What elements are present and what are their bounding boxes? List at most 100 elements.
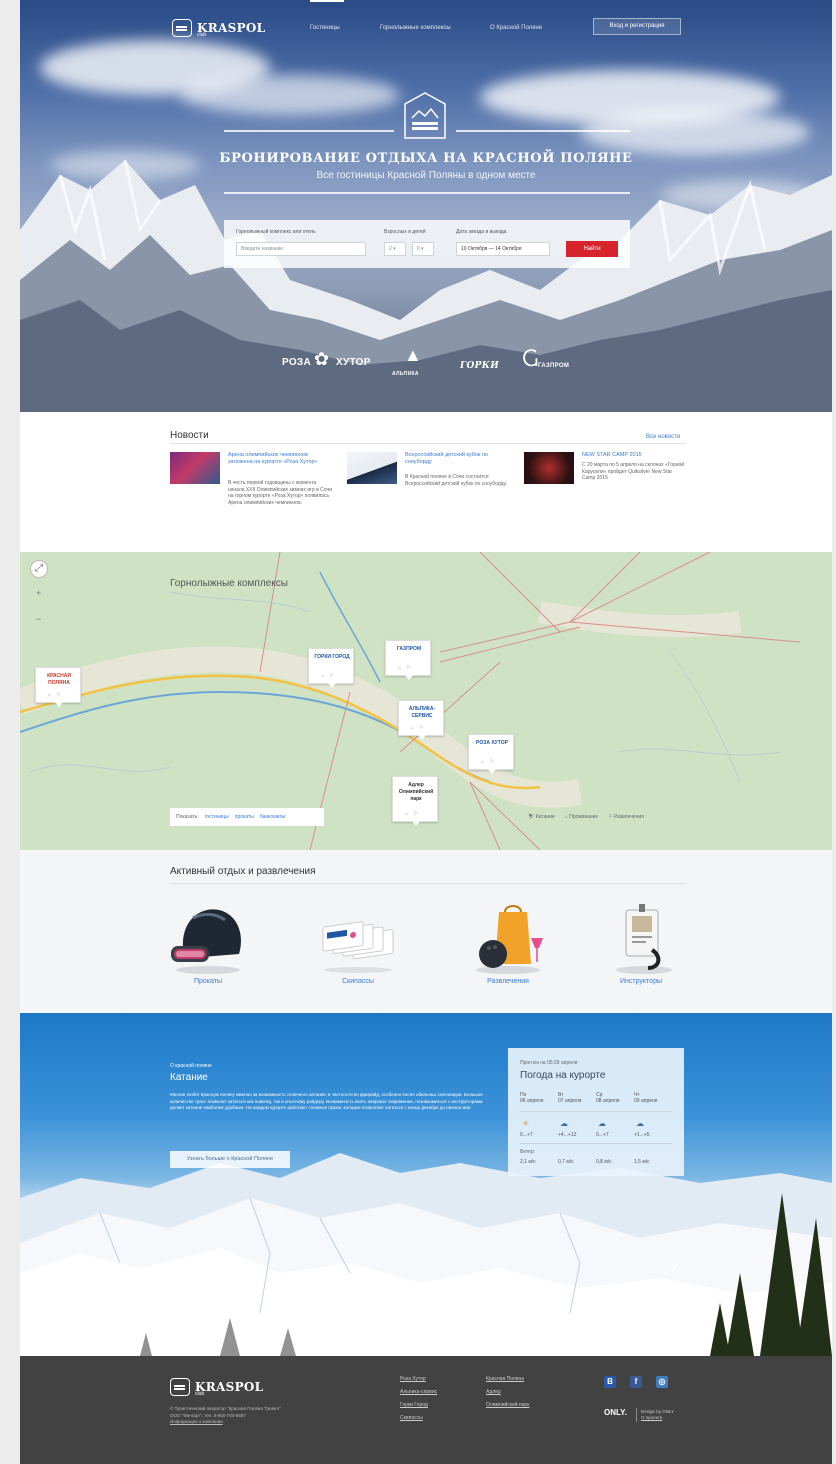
decor-line — [224, 130, 394, 132]
partner-gazprom[interactable]: ГАЗПРОМ — [538, 363, 569, 369]
zoom-in-icon[interactable]: + — [36, 588, 41, 598]
brand-name: KRASPOL — [195, 1380, 264, 1394]
fullscreen-control[interactable]: ⤢ — [30, 560, 48, 578]
news-title: Новости — [170, 430, 209, 441]
learn-more-button[interactable]: Узнать больше о Красной Поляне — [170, 1151, 290, 1168]
map-marker-alpika[interactable]: АЛЬПИКА-СЕРВИС ⌂ ⚐ — [398, 700, 444, 740]
nav-hotels[interactable]: Гостиницы — [310, 25, 340, 31]
divider — [170, 883, 686, 884]
news-headline[interactable]: Всероссийский детский кубок по сноуборду — [405, 452, 509, 466]
legend-skiing: ⛷ Катание — [528, 814, 555, 820]
footer-link[interactable]: Скипассы — [400, 1415, 423, 1421]
activity-entertainment[interactable]: Развлечения — [453, 898, 563, 985]
guests-label: Взрослых и детей — [384, 229, 426, 235]
activities-title: Активный отдых и развлечения — [170, 866, 316, 877]
skipass-cards-icon — [322, 921, 394, 973]
footer: KRASPOL club © Туристический оператор "К… — [20, 1356, 832, 1464]
map-marker-gazprom[interactable]: ГАЗПРОМ ⌂ ⚐ — [385, 640, 431, 680]
news-excerpt: В Красной поляне в Сочи состоится Всерос… — [405, 474, 507, 487]
badge-icon — [616, 904, 672, 974]
facebook-icon[interactable]: f — [630, 1376, 642, 1388]
footer-link[interactable]: Альпика-сервис — [400, 1389, 437, 1395]
brand-name: KRASPOL — [197, 21, 266, 35]
weather-temp: +1...+5 — [634, 1132, 650, 1138]
partner-roza[interactable]: РОЗА — [282, 357, 311, 368]
news-headline[interactable]: NEW STAR CAMP 2015 — [582, 452, 686, 459]
ski-description: Многие любят Красную поляну именно за во… — [170, 1092, 483, 1110]
wind-value: 0,8 м/с — [596, 1159, 612, 1165]
wind-value: 2,1 м/с — [520, 1159, 536, 1165]
footer-link[interactable]: Олимпийский парк — [486, 1402, 529, 1408]
slider-dot[interactable] — [410, 1323, 414, 1327]
weather-day: Чт 09 апреля — [634, 1092, 658, 1104]
legend-entertainment: ⚐ Развлечения — [608, 814, 644, 820]
only-logo[interactable]: ONLY. — [604, 1408, 627, 1417]
instagram-icon[interactable]: ◎ — [656, 1376, 668, 1388]
map-legend: ⛷ Катание ⌂ Проживание ⚐ Развлечения — [528, 814, 644, 820]
logo-icon — [172, 19, 192, 37]
hero-subtitle: Все гостиницы Красной Поляны в одном мес… — [316, 170, 536, 181]
booking-search-panel: Горнолыжный комплекс или отель Введите н… — [224, 220, 630, 268]
logo-icon — [170, 1378, 190, 1396]
nav-about[interactable]: О Красной Поляне — [490, 25, 542, 31]
partner-khutor[interactable]: ХУТОР — [336, 357, 371, 368]
footer-logo[interactable]: KRASPOL club — [170, 1378, 264, 1397]
activities-section: Активный отдых и развлечения Прокаты Ски… — [20, 850, 832, 1013]
complex-input[interactable]: Введите название — [236, 242, 366, 256]
footer-link[interactable]: Красная Поляна — [486, 1376, 524, 1382]
cloud-icon: ☁ — [636, 1119, 644, 1128]
footer-link[interactable]: Роза Хутор — [400, 1376, 426, 1382]
footer-link[interactable]: Адлер — [486, 1389, 501, 1395]
cloud-icon: ☁ — [560, 1119, 568, 1128]
design-credit: Design by ONLY О проекте — [641, 1409, 675, 1421]
about-project-link[interactable]: О проекте — [641, 1415, 674, 1421]
map-marker-krasnaya-polyana[interactable]: КРАСНАЯ ПОЛЯНА ⌂ ⚐ — [35, 667, 81, 707]
activity-skipasses[interactable]: Скипассы — [303, 898, 413, 985]
company-info-link[interactable]: Информация о компании — [170, 1419, 350, 1426]
news-image — [170, 452, 220, 484]
slider-next-icon[interactable]: › — [670, 1253, 677, 1279]
wind-label: Ветер: — [520, 1149, 536, 1155]
ski-landscape-illustration — [20, 1153, 832, 1356]
map-marker-gorki-gorod[interactable]: ГОРКИ ГОРОД ⌂ ⚐ — [308, 648, 354, 688]
filter-atms[interactable]: банкоматы — [260, 814, 285, 820]
map-section[interactable]: ⤢ + − Горнолыжные комплексы КРАСНАЯ ПОЛЯ… — [20, 552, 832, 850]
filter-hotels[interactable]: гостиницы — [205, 814, 229, 820]
footer-link[interactable]: Горки Город — [400, 1402, 428, 1408]
all-news-link[interactable]: Все новости — [646, 434, 680, 440]
nav-active-indicator — [310, 0, 344, 2]
slider-prev-icon[interactable]: ‹ — [172, 1253, 179, 1279]
map-marker-roza-khutor[interactable]: РОЗА ХУТОР ⌂ ⚐ — [468, 734, 514, 774]
weather-day: Вт 07 апреля — [558, 1092, 582, 1104]
nav-ski-complexes[interactable]: Горнолыжные комплексы — [380, 25, 451, 31]
news-headline[interactable]: Арена олимпийских чемпионов заложена на … — [228, 452, 332, 466]
cloud-icon: ☁ — [598, 1119, 606, 1128]
activity-rentals[interactable]: Прокаты — [153, 898, 263, 985]
dates-input[interactable]: 10 Октября — 14 Октября — [456, 242, 550, 256]
zoom-out-icon[interactable]: − — [36, 614, 41, 624]
partner-alpika[interactable]: АЛЬПИКА — [392, 371, 419, 377]
map-filter-bar: Показать: гостиницы прокаты банкоматы — [170, 808, 324, 826]
map-marker-adler-park[interactable]: Адлер Олимпийский парк ⌂ ⚐ — [392, 776, 438, 826]
adults-select[interactable]: 2 ▾ — [384, 242, 406, 256]
divider — [520, 1143, 672, 1144]
filter-rentals[interactable]: прокаты — [235, 814, 254, 820]
login-button[interactable]: Вход и регистрация — [593, 18, 681, 35]
children-select[interactable]: 0 ▾ — [412, 242, 434, 256]
slider-dot[interactable] — [418, 1323, 422, 1327]
weather-temp: +4...+12 — [558, 1132, 577, 1138]
news-excerpt: В честь первой годовщины с момента начал… — [228, 480, 332, 506]
decor-line — [456, 130, 630, 132]
hero-section: KRASPOL club Гостиницы Горнолыжные компл… — [20, 0, 832, 412]
vk-icon[interactable]: В — [604, 1376, 616, 1388]
partner-gorki[interactable]: ГОРКИ — [460, 361, 499, 371]
activity-instructors[interactable]: Инструкторы — [586, 898, 696, 985]
legend-lodging: ⌂ Проживание — [564, 814, 599, 820]
decor-line — [224, 192, 630, 194]
search-button[interactable]: Найти — [566, 241, 618, 257]
top-navigation: KRASPOL club Гостиницы Горнолыжные компл… — [20, 0, 832, 52]
slider-dot[interactable] — [426, 1323, 430, 1327]
ski-overline: О красной поляне — [170, 1063, 212, 1069]
divider — [170, 443, 686, 444]
brand-logo[interactable]: KRASPOL club — [172, 19, 266, 38]
